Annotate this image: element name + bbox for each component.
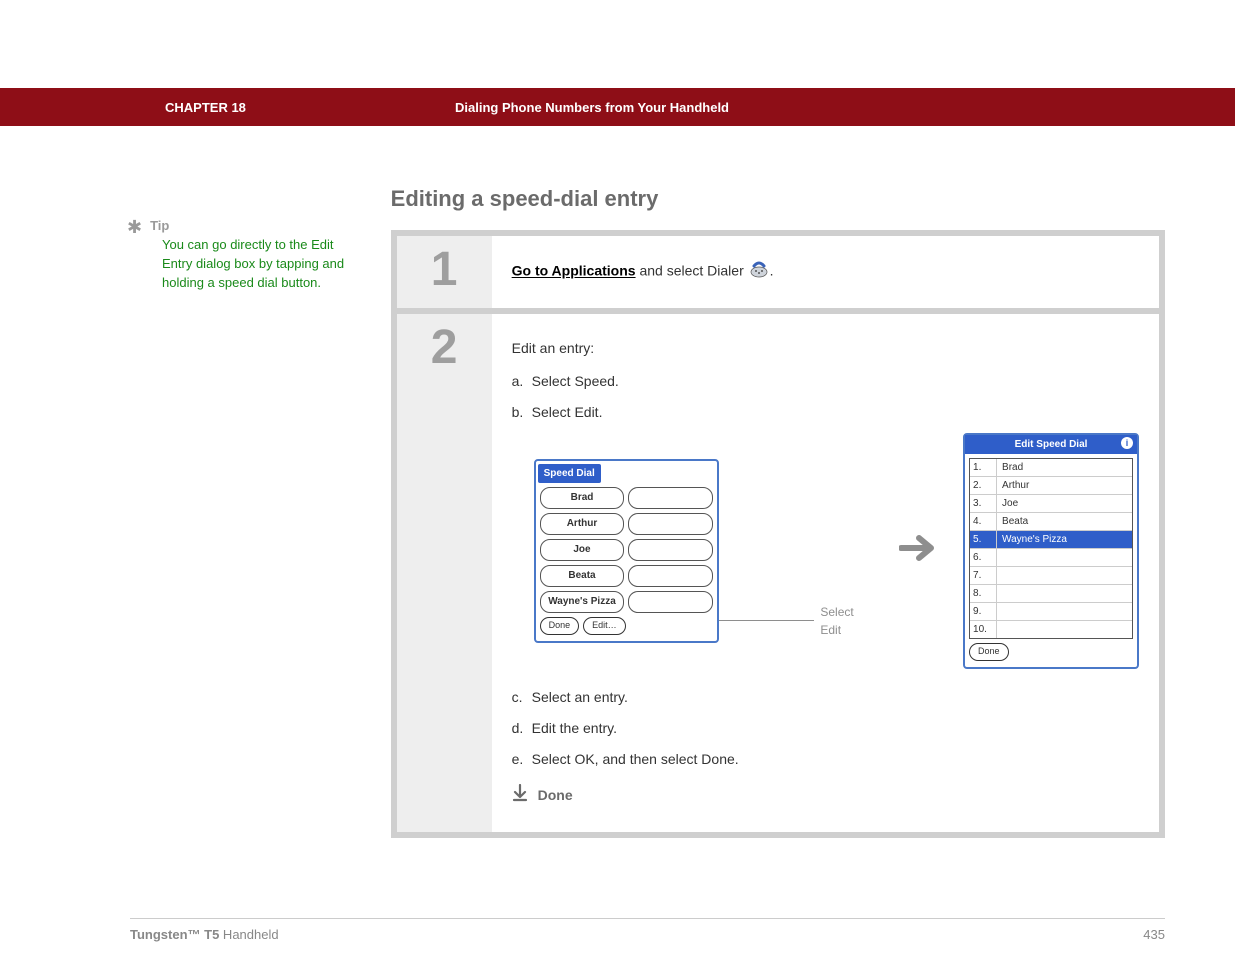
- product-name: Tungsten™ T5 Handheld: [130, 927, 279, 942]
- arrow-right-icon: [899, 533, 939, 569]
- edit-row-2[interactable]: 2.Arthur: [970, 476, 1132, 494]
- edit-dialog-title-text: Edit Speed Dial: [1015, 437, 1088, 452]
- asterisk-icon: ✱: [127, 218, 142, 236]
- done-arrow-icon: [512, 784, 528, 808]
- speed-dial-done-button[interactable]: Done: [540, 617, 580, 635]
- chapter-title: Dialing Phone Numbers from Your Handheld: [455, 100, 729, 115]
- step-2: 2 Edit an entry: a.Select Speed. b.Selec…: [397, 308, 1159, 832]
- done-label: Done: [538, 785, 573, 806]
- main-content: Editing a speed-dial entry 1 Go to Appli…: [391, 186, 1165, 838]
- edit-row-3[interactable]: 3.Joe: [970, 494, 1132, 512]
- step-1-text: and select Dialer: [636, 263, 748, 279]
- select-edit-callout: Select Edit: [820, 603, 875, 639]
- go-to-applications-link[interactable]: Go to Applications: [512, 263, 636, 279]
- speed-dial-tab[interactable]: Speed Dial: [538, 464, 601, 483]
- substep-a-text: Select Speed.: [532, 373, 619, 389]
- substep-e-text: Select OK, and then select Done.: [532, 751, 739, 767]
- speed-dial-entry-5[interactable]: Wayne's Pizza: [540, 591, 625, 613]
- page-number: 435: [1143, 927, 1165, 942]
- product-rest: Handheld: [219, 927, 278, 942]
- substep-b-letter: b.: [512, 402, 532, 423]
- callout-line: [719, 620, 814, 621]
- speed-dial-entry-1[interactable]: Brad: [540, 487, 625, 509]
- speed-dial-entry-3[interactable]: Joe: [540, 539, 625, 561]
- substep-a-letter: a.: [512, 371, 532, 392]
- speed-dial-entry-4[interactable]: Beata: [540, 565, 625, 587]
- product-bold: Tungsten™ T5: [130, 927, 219, 942]
- edit-row-5-selected[interactable]: 5.Wayne's Pizza: [970, 530, 1132, 548]
- info-icon[interactable]: i: [1121, 437, 1133, 449]
- speed-dial-empty-4[interactable]: [628, 565, 713, 587]
- speed-dial-empty-3[interactable]: [628, 539, 713, 561]
- edit-row-10[interactable]: 10.: [970, 620, 1132, 638]
- speed-dial-empty-5[interactable]: [628, 591, 713, 613]
- substep-c-letter: c.: [512, 687, 532, 708]
- speed-dial-empty-1[interactable]: [628, 487, 713, 509]
- substep-b-text: Select Edit.: [532, 404, 603, 420]
- step-1-number: 1: [397, 236, 492, 308]
- steps-box: 1 Go to Applications and select Dialer .…: [391, 230, 1165, 838]
- tip-label: Tip: [150, 218, 169, 233]
- speed-dial-empty-2[interactable]: [628, 513, 713, 535]
- speed-dial-screen: Speed Dial Brad Arthur Joe Beata Wayne's…: [534, 459, 719, 643]
- step-2-number: 2: [397, 314, 492, 832]
- done-indicator: Done: [512, 784, 1139, 808]
- edit-row-9[interactable]: 9.: [970, 602, 1132, 620]
- tip-box: ✱ Tip: [120, 218, 361, 236]
- step-1: 1 Go to Applications and select Dialer .: [397, 236, 1159, 308]
- step-1-body: Go to Applications and select Dialer .: [492, 236, 1159, 308]
- substep-e-letter: e.: [512, 749, 532, 770]
- content-area: ✱ Tip You can go directly to the Edit En…: [0, 126, 1235, 838]
- edit-row-4[interactable]: 4.Beata: [970, 512, 1132, 530]
- screenshots-row: Speed Dial Brad Arthur Joe Beata Wayne's…: [534, 433, 1139, 669]
- step-2-intro: Edit an entry:: [512, 338, 1139, 359]
- edit-row-6[interactable]: 6.: [970, 548, 1132, 566]
- edit-dialog-done-button[interactable]: Done: [969, 643, 1009, 661]
- edit-list: 1.Brad 2.Arthur 3.Joe 4.Beata 5.Wayne's …: [969, 458, 1133, 639]
- speed-dial-entry-2[interactable]: Arthur: [540, 513, 625, 535]
- page-footer: Tungsten™ T5 Handheld 435: [130, 918, 1165, 942]
- step-2-body: Edit an entry: a.Select Speed. b.Select …: [492, 314, 1159, 832]
- sidebar: ✱ Tip You can go directly to the Edit En…: [120, 186, 391, 838]
- tip-text: You can go directly to the Edit Entry di…: [162, 236, 361, 293]
- edit-speed-dial-screen: Edit Speed Dial i 1.Brad 2.Arthur 3.Joe …: [963, 433, 1139, 669]
- substep-c-text: Select an entry.: [532, 689, 628, 705]
- edit-row-8[interactable]: 8.: [970, 584, 1132, 602]
- edit-row-1[interactable]: 1.Brad: [970, 459, 1132, 476]
- dialer-icon: [748, 260, 770, 284]
- page-title: Editing a speed-dial entry: [391, 186, 1165, 212]
- chapter-header-bar: CHAPTER 18 Dialing Phone Numbers from Yo…: [0, 88, 1235, 126]
- substep-d-text: Edit the entry.: [532, 720, 617, 736]
- speed-dial-edit-button[interactable]: Edit…: [583, 617, 626, 635]
- edit-row-7[interactable]: 7.: [970, 566, 1132, 584]
- chapter-label: CHAPTER 18: [165, 100, 455, 115]
- substep-d-letter: d.: [512, 718, 532, 739]
- edit-dialog-title: Edit Speed Dial i: [965, 435, 1137, 454]
- step-1-period: .: [770, 263, 774, 279]
- speed-dial-with-callout: Speed Dial Brad Arthur Joe Beata Wayne's…: [534, 459, 875, 643]
